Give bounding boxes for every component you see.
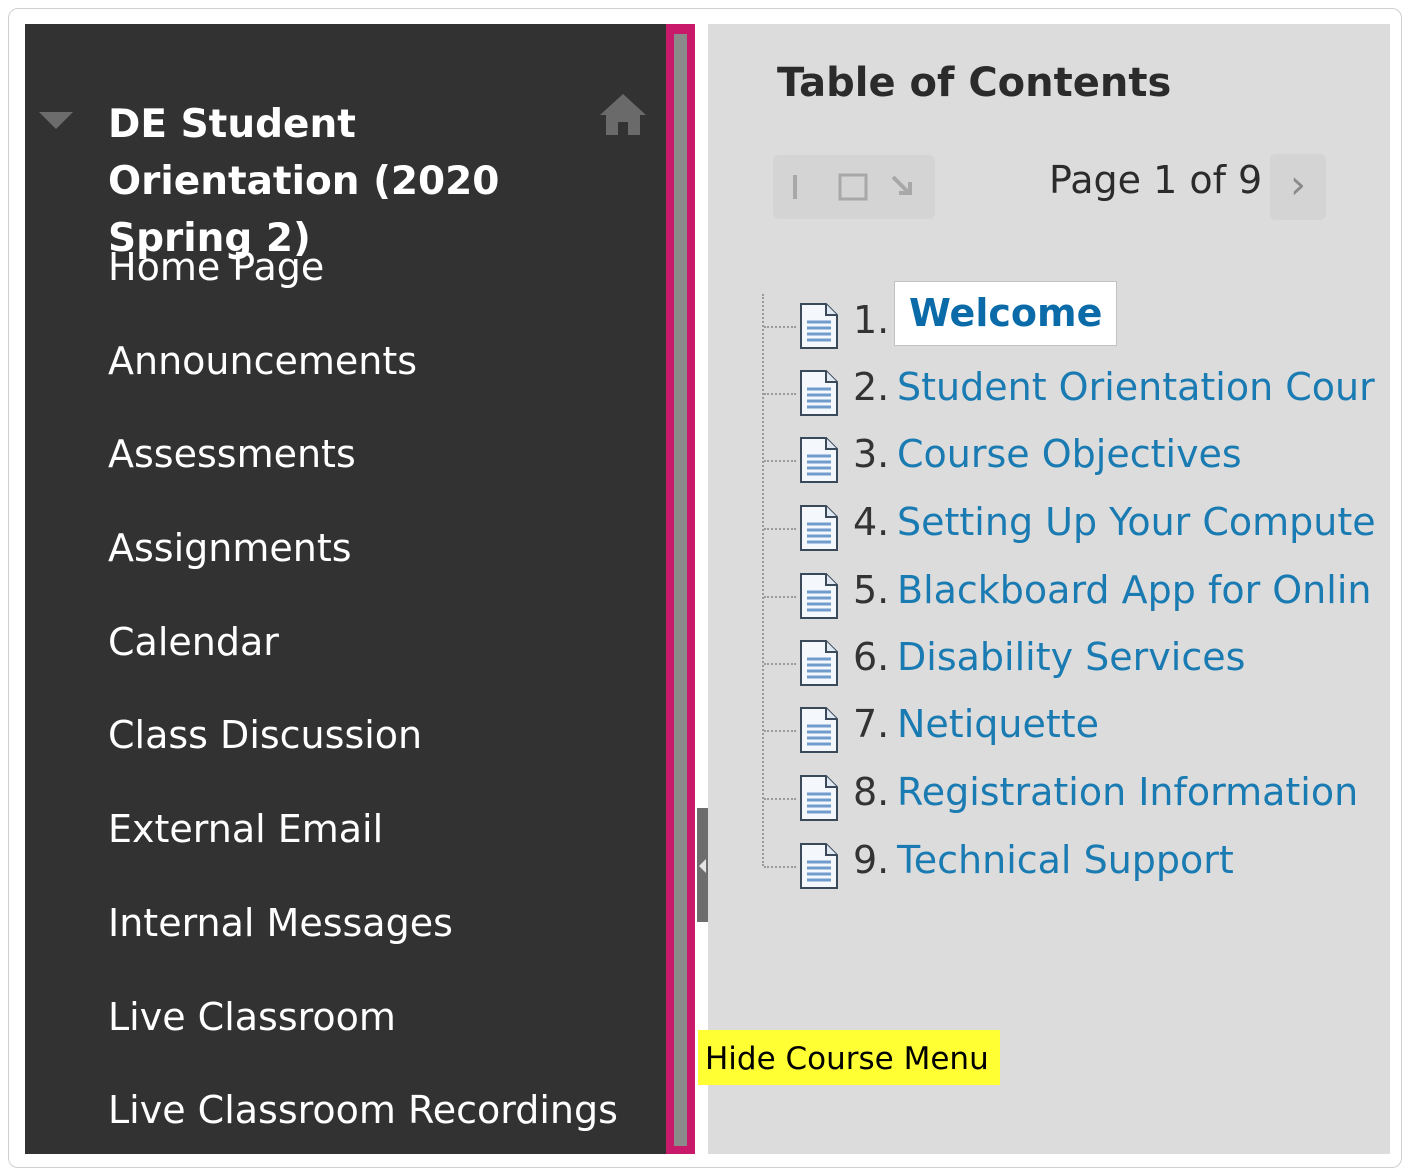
toc-link-registration-information[interactable]: Registration Information [897,770,1358,814]
toc-item: 3. Course Objectives [760,428,1390,488]
course-menu: DE Student Orientation (2020 Spring 2) H… [25,24,666,1154]
menu-item-external-email[interactable]: External Email [25,796,666,890]
document-icon [800,843,838,889]
toc-tree: 1. Welcome 2. Student Orientation Cour 3… [760,281,1390,889]
toc-item-number: 1. [853,298,890,342]
content-panel: Table of Contents Page 1 of 9 › 1. Welco… [708,24,1390,1154]
tree-branch [764,528,796,530]
tree-branch [764,866,796,868]
resize-handle-bar [674,34,687,1146]
toc-item-number: 3. [853,432,890,476]
page-title: Table of Contents [777,60,1172,106]
document-icon [800,437,838,483]
toc-item: 4. Setting Up Your Compute [760,496,1390,556]
toc-link-welcome[interactable]: Welcome [894,281,1118,346]
menu-item-live-classroom-recordings[interactable]: Live Classroom Recordings [25,1077,666,1154]
menu-item-internal-messages[interactable]: Internal Messages [25,890,666,984]
expand-square-icon[interactable] [835,169,871,205]
toc-link-setting-up-computer[interactable]: Setting Up Your Compute [897,500,1376,544]
document-icon [800,303,838,349]
menu-item-assessments[interactable]: Assessments [25,421,666,515]
menu-item-class-discussion[interactable]: Class Discussion [25,702,666,796]
document-icon [800,775,838,821]
text-cursor-icon[interactable] [777,169,813,205]
menu-item-assignments[interactable]: Assignments [25,515,666,609]
page-indicator: Page 1 of 9 [1049,158,1263,202]
tree-branch [764,460,796,462]
document-icon [800,573,838,619]
document-icon [800,707,838,753]
tree-branch [764,663,796,665]
collapse-caret-icon[interactable] [39,112,73,129]
course-header: DE Student Orientation (2020 Spring 2) [25,94,666,261]
menu-item-home-page[interactable]: Home Page [25,234,666,328]
toc-item-number: 4. [853,500,890,544]
tree-branch [764,730,796,732]
toc-link-disability-services[interactable]: Disability Services [897,635,1245,679]
menu-item-announcements[interactable]: Announcements [25,328,666,422]
toc-item-number: 7. [853,702,890,746]
toc-link-blackboard-app[interactable]: Blackboard App for Onlin [897,568,1371,612]
hide-course-menu-tab[interactable] [697,808,708,922]
toc-toolbar [773,155,935,219]
toc-link-course-objectives[interactable]: Course Objectives [897,432,1242,476]
toc-item-number: 5. [853,568,890,612]
course-menu-list: Home Page Announcements Assessments Assi… [25,234,666,1154]
arrow-down-right-icon[interactable] [887,169,923,205]
toc-item-number: 6. [853,635,890,679]
toc-link-netiquette[interactable]: Netiquette [897,702,1099,746]
menu-resize-handle[interactable] [666,24,695,1154]
toc-link-student-orientation[interactable]: Student Orientation Cour [897,365,1375,409]
toc-item-number: 9. [853,838,890,882]
document-icon [800,505,838,551]
toc-item: 2. Student Orientation Cour [760,361,1390,421]
tree-branch [764,393,796,395]
toc-item: 6. Disability Services [760,631,1390,691]
toc-link-technical-support[interactable]: Technical Support [897,838,1234,882]
toc-item: 9. Technical Support [760,834,1390,894]
divider-gap [695,24,708,1154]
toc-item-number: 8. [853,770,890,814]
document-icon [800,370,838,416]
next-page-button[interactable]: › [1270,154,1326,220]
tree-branch [764,596,796,598]
toc-item: 7. Netiquette [760,698,1390,758]
toc-item-number: 2. [853,365,890,409]
tree-branch [764,326,796,328]
toc-item: 5. Blackboard App for Onlin [760,564,1390,624]
toc-item: 8. Registration Information [760,766,1390,826]
menu-item-live-classroom[interactable]: Live Classroom [25,984,666,1078]
home-icon[interactable] [597,88,649,140]
document-icon [800,640,838,686]
tree-branch [764,798,796,800]
menu-item-calendar[interactable]: Calendar [25,609,666,703]
toc-item: 1. Welcome [760,281,1390,354]
hide-course-menu-tooltip: Hide Course Menu [698,1030,1000,1085]
